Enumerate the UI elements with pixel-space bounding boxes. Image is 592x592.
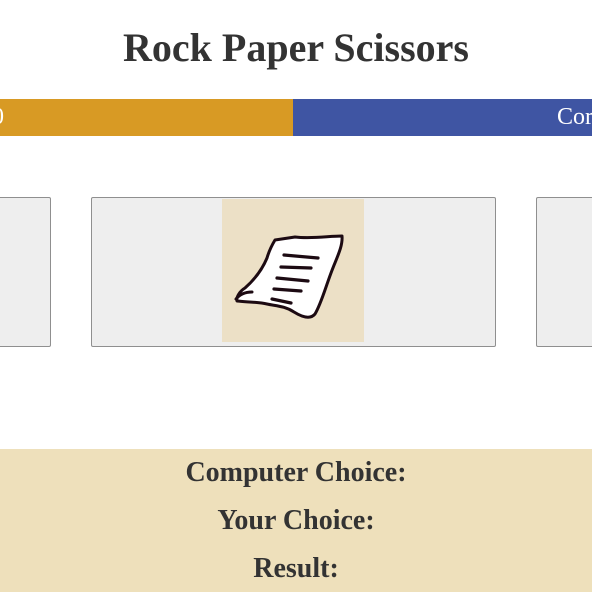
player-score-panel: 0	[0, 99, 293, 136]
computer-choice-label: Computer Choice:	[185, 457, 407, 488]
page-title: Rock Paper Scissors	[123, 25, 469, 70]
results-panel: Computer Choice: Your Choice: Result:	[0, 449, 592, 592]
paper-icon	[222, 199, 364, 342]
your-choice-label: Your Choice:	[217, 505, 375, 536]
paper-icon-svg	[234, 234, 344, 319]
computer-score-text: Cor	[557, 104, 592, 130]
paper-choice-button[interactable]	[91, 197, 496, 347]
scoreboard: 0 Cor	[0, 99, 592, 136]
game-page: Rock Paper Scissors 0 Cor Computer Choic…	[0, 0, 592, 592]
result-label: Result:	[253, 553, 339, 584]
player-score-text: 0	[0, 99, 4, 136]
scissors-choice-button[interactable]	[536, 197, 592, 347]
rock-choice-button[interactable]	[0, 197, 51, 347]
computer-score-panel: Cor	[293, 99, 592, 136]
